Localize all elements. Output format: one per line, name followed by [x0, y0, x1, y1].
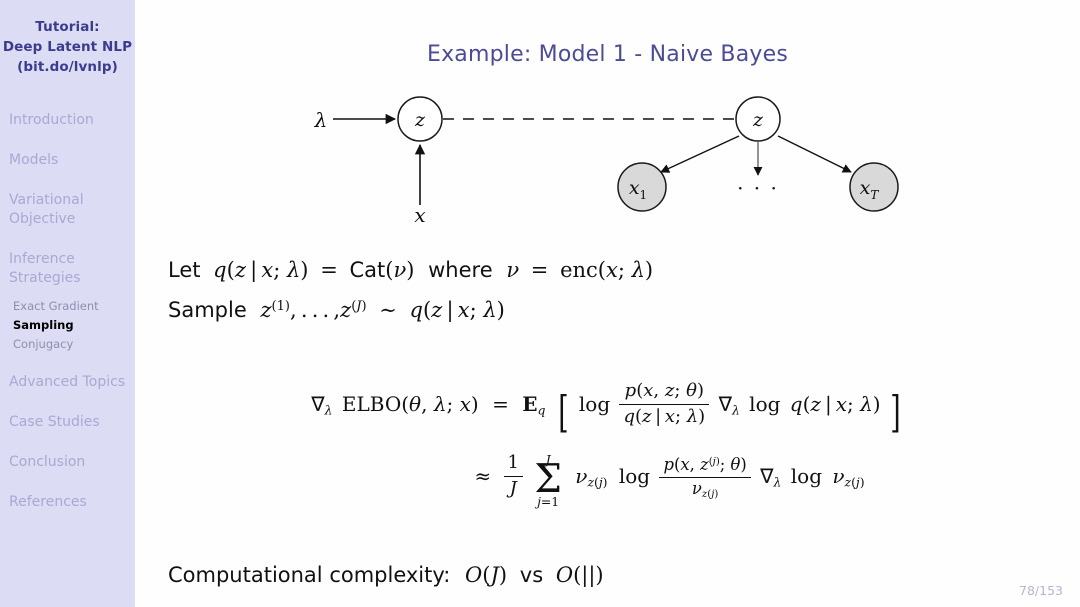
x-input-label: x: [414, 203, 425, 227]
sidebar-item-label: Advanced Topics: [9, 374, 125, 390]
sidebar-title-line-2: Deep Latent NLP: [0, 37, 135, 57]
sidebar-subitem-exact-gradient[interactable]: Exact Gradient: [0, 297, 135, 316]
sidebar-item-label: References: [9, 494, 87, 510]
sidebar-item-label: Conclusion: [9, 454, 85, 470]
sidebar-item-conclusion[interactable]: Conclusion: [0, 453, 135, 472]
node-z-right-label: z: [752, 109, 764, 131]
sidebar-item-variational-objective[interactable]: Variational Objective: [0, 191, 135, 229]
node-x-T: [850, 163, 898, 211]
sidebar-item-label: Models: [9, 152, 58, 168]
sidebar-item-label-line-2: Strategies: [9, 269, 135, 288]
sidebar-item-references[interactable]: References: [0, 493, 135, 512]
ellipsis-label: · · ·: [737, 176, 779, 200]
sidebar-item-label: Introduction: [9, 112, 94, 128]
complexity-line: Computational complexity: O(J) vs O(|𝉻|): [168, 563, 604, 587]
sidebar-item-case-studies[interactable]: Case Studies: [0, 413, 135, 432]
sidebar-item-label: Case Studies: [9, 414, 100, 430]
sidebar-title-line-3: (bit.do/lvnlp): [0, 57, 135, 77]
complexity-prefix: Computational complexity:: [168, 563, 450, 587]
sidebar-item-inference-strategies[interactable]: Inference Strategies: [0, 250, 135, 288]
sidebar-subitem-conjugacy[interactable]: Conjugacy: [0, 335, 135, 354]
node-x-1: [618, 163, 666, 211]
sidebar-item-models[interactable]: Models: [0, 151, 135, 170]
sidebar-item-introduction[interactable]: Introduction: [0, 111, 135, 130]
sidebar: Tutorial: Deep Latent NLP (bit.do/lvnlp)…: [0, 0, 135, 607]
complexity-vs: vs: [520, 563, 543, 587]
elbo-monte-carlo-equation: ≈ 1 J J Σ j=1 νz(j) log p(x, z(j); θ) νz…: [135, 452, 1080, 501]
page-title: Example: Model 1 - Naive Bayes: [135, 42, 1080, 67]
sidebar-title: Tutorial: Deep Latent NLP (bit.do/lvnlp): [0, 17, 135, 77]
let-prefix: Let: [168, 258, 200, 282]
sidebar-subitem-sampling[interactable]: Sampling: [0, 316, 135, 335]
sidebar-subitem-label: Exact Gradient: [13, 299, 99, 313]
sidebar-nav: Introduction Models Variational Objectiv…: [0, 111, 135, 512]
sidebar-item-label-line-2: Objective: [9, 210, 135, 229]
slide-root: Tutorial: Deep Latent NLP (bit.do/lvnlp)…: [0, 0, 1080, 607]
edge-z-to-xT: [778, 136, 851, 172]
sidebar-title-line-1: Tutorial:: [0, 17, 135, 37]
node-z-left-label: z: [414, 109, 426, 131]
edge-z-to-x1: [661, 136, 739, 172]
sample-prefix: Sample: [168, 298, 247, 322]
sample-line: Sample z(1), . . . ,z(J) ∼ q(z | x; λ): [168, 298, 505, 322]
elbo-gradient-equation: ∇λ ELBO(θ, λ; x) = Eq [ log p(x, z; θ) q…: [135, 380, 1080, 438]
let-where: where: [428, 258, 493, 282]
sidebar-subitem-label: Conjugacy: [13, 337, 73, 351]
sidebar-item-label-line-1: Variational: [9, 191, 135, 210]
sidebar-subnav: Exact Gradient Sampling Conjugacy: [0, 297, 135, 354]
slide-content: Example: Model 1 - Naive Bayes z z x1 xT…: [135, 0, 1080, 607]
diagram-svg: z z x1 xT λ x · · ·: [135, 80, 1080, 240]
sidebar-item-label-line-1: Inference: [9, 250, 135, 269]
let-line: Let q(z | x; λ) = Cat(ν) where ν = enc(x…: [168, 258, 653, 282]
sidebar-subitem-label: Sampling: [13, 318, 74, 332]
sidebar-item-advanced-topics[interactable]: Advanced Topics: [0, 373, 135, 392]
lambda-label: λ: [314, 108, 328, 132]
graphical-model-diagram: z z x1 xT λ x · · ·: [135, 80, 1080, 240]
page-number: 78/153: [1019, 583, 1063, 598]
